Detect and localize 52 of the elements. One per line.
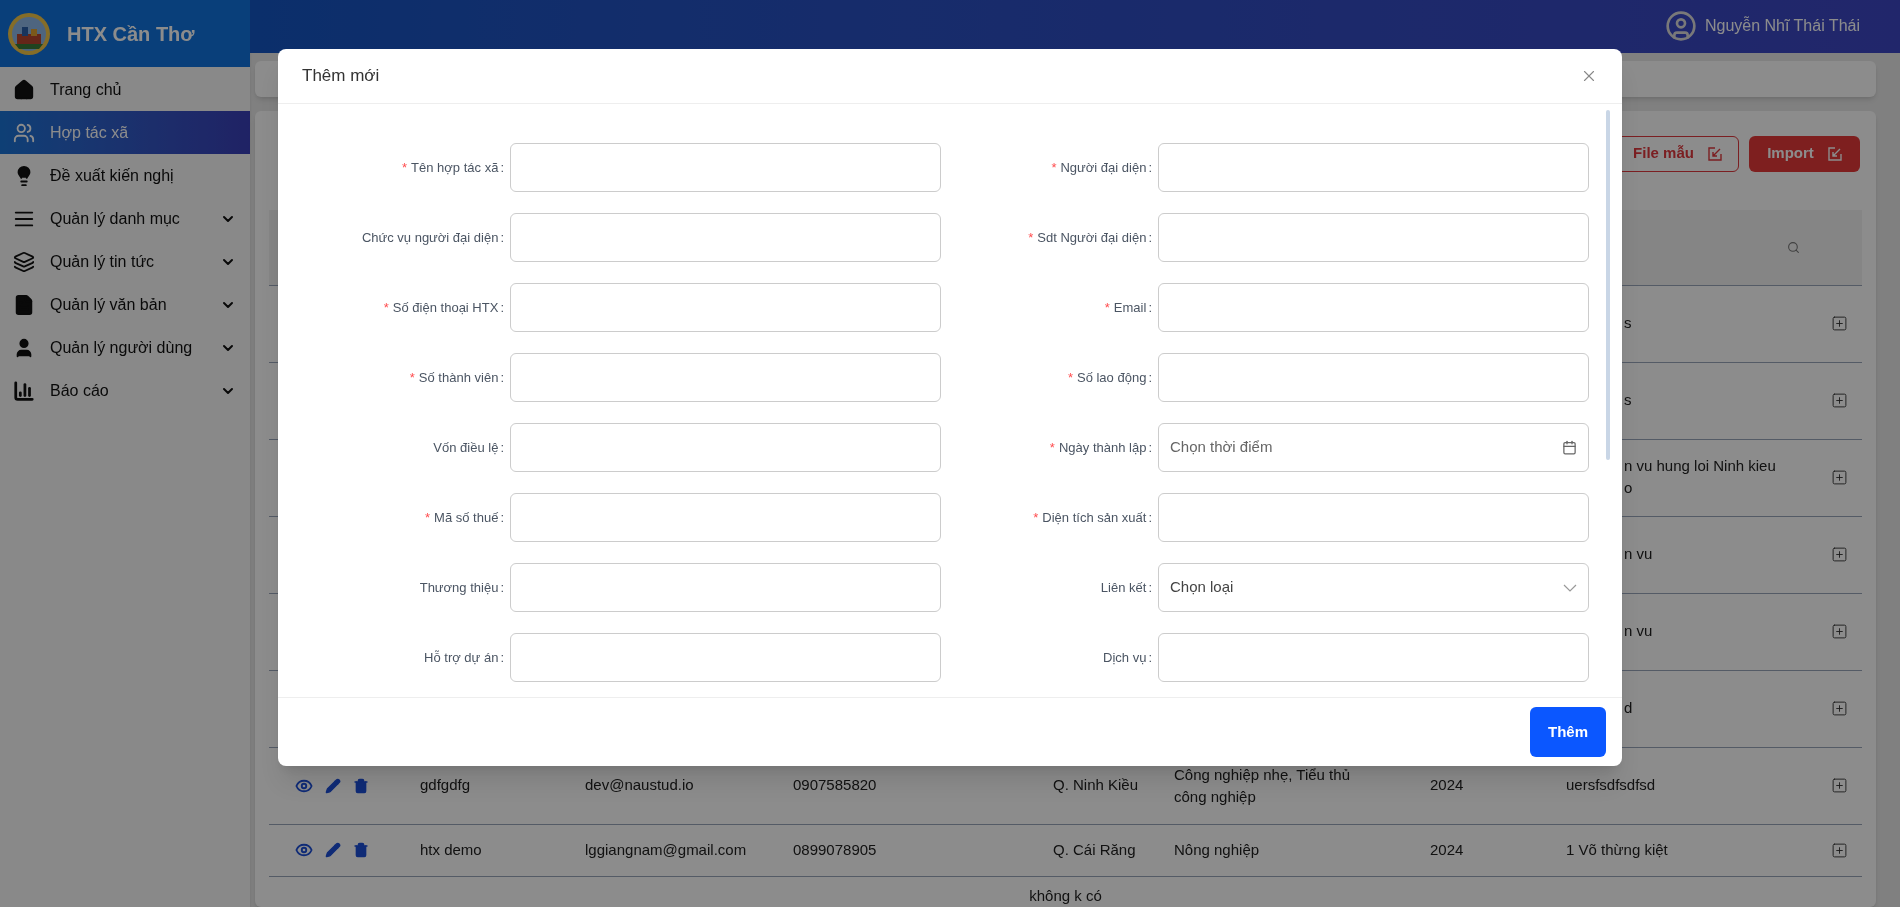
table-cell: gdfgdfg bbox=[420, 776, 471, 794]
table-cell: 0907585820 bbox=[793, 776, 877, 794]
table-cell-text: 1 Võ thừng kiệt bbox=[1566, 839, 1668, 860]
date-picker[interactable]: Chọn thời điểm bbox=[1158, 423, 1589, 472]
field-label: * Số lao động: bbox=[1067, 368, 1152, 387]
app-title: HTX Cần Thơ bbox=[67, 21, 195, 47]
field-label: Hỗ trợ dự án: bbox=[424, 648, 504, 667]
table-cell-text: s bbox=[1624, 313, 1632, 334]
table-cell: Q. Cái Răng bbox=[1053, 840, 1136, 858]
table-cell-text: uersfsdfsdfsd bbox=[1566, 775, 1656, 796]
sidebar-item[interactable]: Quản lý danh mục bbox=[0, 197, 250, 240]
sidebar-item[interactable]: Đề xuất kiến nghị bbox=[0, 154, 250, 197]
table-cell-text: s bbox=[1624, 390, 1632, 411]
sidebar-item[interactable]: Trang chủ bbox=[0, 68, 250, 111]
table-cell-text: d bbox=[1624, 698, 1633, 719]
table-cell-text: Công nghiệp nhẹ, Tiểu thủ công nghiệp bbox=[1174, 764, 1351, 807]
select-field[interactable]: Chọn loại bbox=[1158, 563, 1589, 612]
field-label: * Người đại diện: bbox=[1051, 158, 1152, 177]
field-label: Vốn điều lệ: bbox=[433, 438, 504, 457]
user-name[interactable]: Nguyễn Nhĩ Thái Thái bbox=[1704, 14, 1860, 39]
table-cell-text: Nông nghiệp bbox=[1174, 840, 1261, 860]
sidebar-item[interactable]: Quản lý văn bản bbox=[0, 283, 250, 326]
table-cell-text: n vu bbox=[1624, 544, 1653, 565]
submit-button[interactable]: Thêm bbox=[1530, 707, 1606, 757]
field-label: Dịch vụ: bbox=[1103, 648, 1152, 667]
field-label: * Mã số thuế: bbox=[425, 508, 504, 527]
sidebar-item[interactable]: Hợp tác xã bbox=[0, 111, 250, 154]
field-label: Thương thiệu: bbox=[419, 578, 504, 597]
table-cell: 2024 bbox=[1430, 776, 1464, 794]
table-cell: lggiangnam@gmail.com bbox=[585, 840, 747, 858]
table-cell-text: n vu hung loi Ninh kieu o bbox=[1624, 456, 1776, 499]
field-label: * Số thành viên: bbox=[409, 368, 504, 387]
table-cell: dev@naustud.io bbox=[585, 776, 694, 794]
table-cell: htx demo bbox=[420, 840, 482, 858]
sidebar-item[interactable]: Báo cáo bbox=[0, 369, 250, 412]
field-label: * Email: bbox=[1104, 298, 1152, 317]
field-label: * Sdt Người đại diện: bbox=[1028, 228, 1152, 247]
table-cell: Q. Ninh Kiều bbox=[1053, 776, 1139, 794]
import-button[interactable]: Import bbox=[1749, 135, 1860, 172]
sidebar-item[interactable]: Quản lý người dùng bbox=[0, 326, 250, 369]
field-label: * Ngày thành lập: bbox=[1049, 438, 1152, 457]
field-label: * Tên hợp tác xã: bbox=[402, 158, 504, 177]
field-label: * Số điện thoại HTX: bbox=[383, 298, 504, 317]
table-cell: 2024 bbox=[1430, 840, 1464, 858]
table-cell: 0899078905 bbox=[793, 840, 877, 858]
table-cell-text: n vu bbox=[1624, 621, 1653, 642]
empty-note: không k có bbox=[1029, 885, 1102, 906]
field-label: * Diện tích sản xuất: bbox=[1033, 508, 1152, 527]
modal-title: Thêm mới bbox=[302, 65, 380, 88]
field-label: Chức vụ người đại diện: bbox=[361, 228, 504, 247]
sidebar-item[interactable]: Quản lý tin tức bbox=[0, 240, 250, 283]
field-label: Liên kết: bbox=[1100, 578, 1152, 597]
